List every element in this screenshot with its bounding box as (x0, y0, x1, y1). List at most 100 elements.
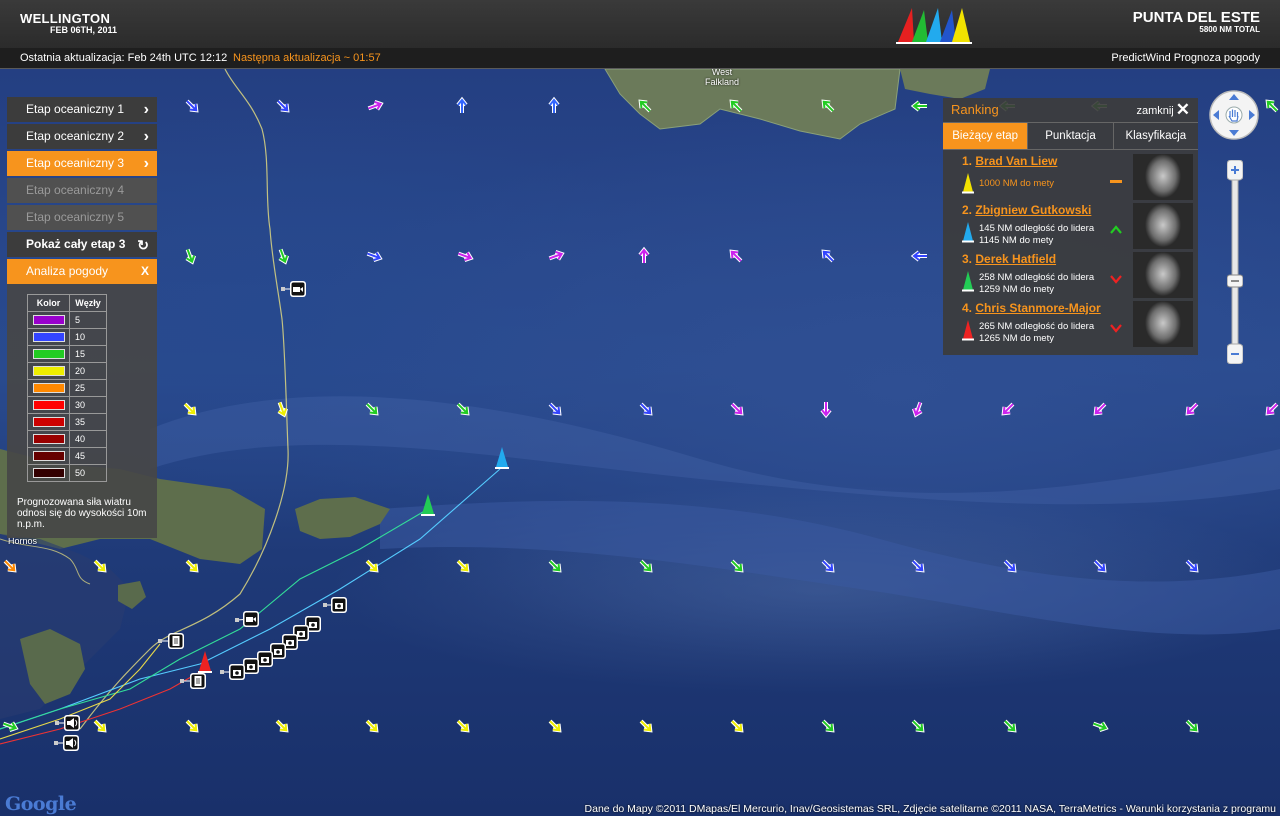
trend-down-icon (1110, 275, 1122, 284)
legend-row: 50 (27, 464, 107, 482)
race-start: WELLINGTON FEB 06TH, 2011 (20, 11, 117, 35)
boat-gutkowski-icon[interactable] (495, 447, 509, 469)
tab-points[interactable]: Punktacja (1027, 123, 1112, 149)
legend-knots: 35 (69, 413, 107, 431)
start-city: WELLINGTON (20, 11, 111, 26)
distance-to-finish: 1259 NM do mety (979, 284, 1054, 295)
legend-knots: 40 (69, 430, 107, 448)
camera-marker-icon[interactable] (257, 651, 273, 667)
legend-knots: 20 (69, 362, 107, 380)
skipper-distance: 265 NM odległość do lidera 1265 NM do met… (979, 321, 1094, 345)
color-swatch (32, 349, 65, 360)
chevron-right-icon: › (143, 128, 149, 145)
camera-marker-icon[interactable] (220, 664, 245, 680)
stage-1-label: Etap oceaniczny 1 (26, 102, 125, 116)
close-icon[interactable]: X (141, 259, 149, 284)
skipper-distance: 1000 NM do mety (979, 178, 1054, 190)
start-date: FEB 06TH, 2011 (50, 25, 118, 35)
stage-3-label: Etap oceaniczny 3 (26, 156, 125, 170)
distance-to-leader: 258 NM odległość do lidera (979, 272, 1095, 283)
skipper-link[interactable]: Derek Hatfield (975, 252, 1056, 266)
stage-3-button[interactable]: Etap oceaniczny 3 › (7, 151, 157, 176)
google-logo: Google (5, 793, 77, 815)
weather-analysis-tab[interactable]: Analiza pogody X (7, 259, 157, 284)
color-swatch (32, 468, 65, 479)
audio-marker-icon[interactable] (55, 715, 80, 731)
legend-swatch (27, 362, 70, 380)
skipper-photo (1133, 154, 1193, 200)
color-swatch (32, 451, 65, 462)
chevron-right-icon: › (143, 101, 149, 118)
boat-hatfield-icon[interactable] (421, 494, 435, 516)
header: WELLINGTON FEB 06TH, 2011 PUNTA DEL ESTE… (0, 0, 1280, 48)
boat-icon (962, 222, 974, 243)
legend-header-color: Kolor (27, 294, 70, 312)
camera-marker-icon[interactable] (323, 597, 347, 613)
skipper-name: 1. Brad Van Liew (962, 154, 1057, 168)
legend-note: Prognozowana siła wiatru odnosi się do w… (17, 497, 147, 530)
zoom-slider[interactable] (1227, 160, 1243, 364)
ranking-list: 1. Brad Van Liew 1000 NM do mety 2. Zbigni… (943, 150, 1198, 347)
weather-analysis-label: Analiza pogody (26, 264, 109, 278)
skipper-link[interactable]: Chris Stanmore-Major (975, 301, 1100, 315)
skipper-name: 4. Chris Stanmore-Major (962, 301, 1101, 315)
show-stage-label: Pokaż cały etap 3 (26, 237, 126, 251)
color-swatch (32, 417, 65, 428)
stage-4-label: Etap oceaniczny 4 (26, 183, 125, 197)
legend-row: 10 (27, 328, 107, 346)
distance-to-leader: 145 NM odległość do lidera (979, 223, 1095, 234)
audio-marker-icon[interactable] (54, 735, 79, 751)
sails-logo-icon (896, 8, 972, 44)
skipper-link[interactable]: Brad Van Liew (975, 154, 1057, 168)
skipper-link[interactable]: Zbigniew Gutkowski (975, 203, 1091, 217)
ranking-close-button[interactable]: zamknij ✕ (1136, 98, 1190, 123)
ranking-title-bar: Ranking zamknij ✕ (943, 98, 1198, 122)
close-label: zamknij (1136, 105, 1174, 117)
skipper-photo (1133, 252, 1193, 298)
legend-row: 40 (27, 430, 107, 448)
ranking-row: 2. Zbigniew Gutkowski 145 NM odległość do… (943, 199, 1198, 249)
boat-stanmore-icon[interactable] (198, 651, 212, 673)
document-marker-icon[interactable] (158, 633, 184, 649)
legend-row: 45 (27, 447, 107, 465)
skipper-photo (1133, 301, 1193, 347)
trend-up-icon (1110, 225, 1122, 234)
video-marker-icon[interactable] (235, 611, 259, 627)
skipper-name: 2. Zbigniew Gutkowski (962, 203, 1091, 217)
wind-legend: Kolor Węzły 5 10 15 20 25 30 35 40 45 50 Prognozo… (7, 284, 157, 538)
map-credits[interactable]: Dane do Mapy ©2011 DMapas/El Mercurio, I… (585, 803, 1276, 815)
stage-5-button: Etap oceaniczny 5 (7, 205, 157, 230)
legend-knots: 30 (69, 396, 107, 414)
show-stage-button[interactable]: Pokaż cały etap 3 ↻ (7, 232, 157, 257)
legend-row: 5 (27, 311, 107, 329)
stage-2-button[interactable]: Etap oceaniczny 2 › (7, 124, 157, 149)
color-swatch (32, 434, 65, 445)
legend-row: 25 (27, 379, 107, 397)
tab-current-stage[interactable]: Bieżący etap (943, 123, 1028, 149)
close-icon: ✕ (1175, 100, 1190, 119)
skipper-distance: 145 NM odległość do lidera 1145 NM do met… (979, 223, 1094, 247)
end-total: 5800 NM TOTAL (1199, 25, 1260, 34)
document-marker-icon[interactable] (180, 673, 206, 689)
stage-1-button[interactable]: Etap oceaniczny 1 › (7, 97, 157, 122)
legend-swatch (27, 396, 70, 414)
color-swatch (32, 400, 65, 411)
refresh-icon: ↻ (137, 237, 149, 253)
legend-knots: 25 (69, 379, 107, 397)
color-swatch (32, 315, 65, 326)
predictwind-link[interactable]: PredictWind Prognoza pogody (1111, 48, 1260, 69)
chevron-right-icon: › (143, 155, 149, 172)
legend-row: 30 (27, 396, 107, 414)
camera-marker-icon[interactable] (243, 658, 259, 674)
pan-control[interactable] (1208, 89, 1260, 141)
video-marker-icon[interactable] (281, 281, 306, 297)
legend-swatch (27, 413, 70, 431)
boat-icon (962, 320, 974, 341)
stage-4-button: Etap oceaniczny 4 (7, 178, 157, 203)
stage-2-label: Etap oceaniczny 2 (26, 129, 125, 143)
legend-row: 20 (27, 362, 107, 380)
ranking-title: Ranking (951, 102, 999, 117)
rank-position: 4. (962, 301, 973, 315)
tab-classification[interactable]: Klasyfikacja (1112, 123, 1198, 149)
ranking-row: 4. Chris Stanmore-Major 265 NM odległość … (943, 297, 1198, 347)
